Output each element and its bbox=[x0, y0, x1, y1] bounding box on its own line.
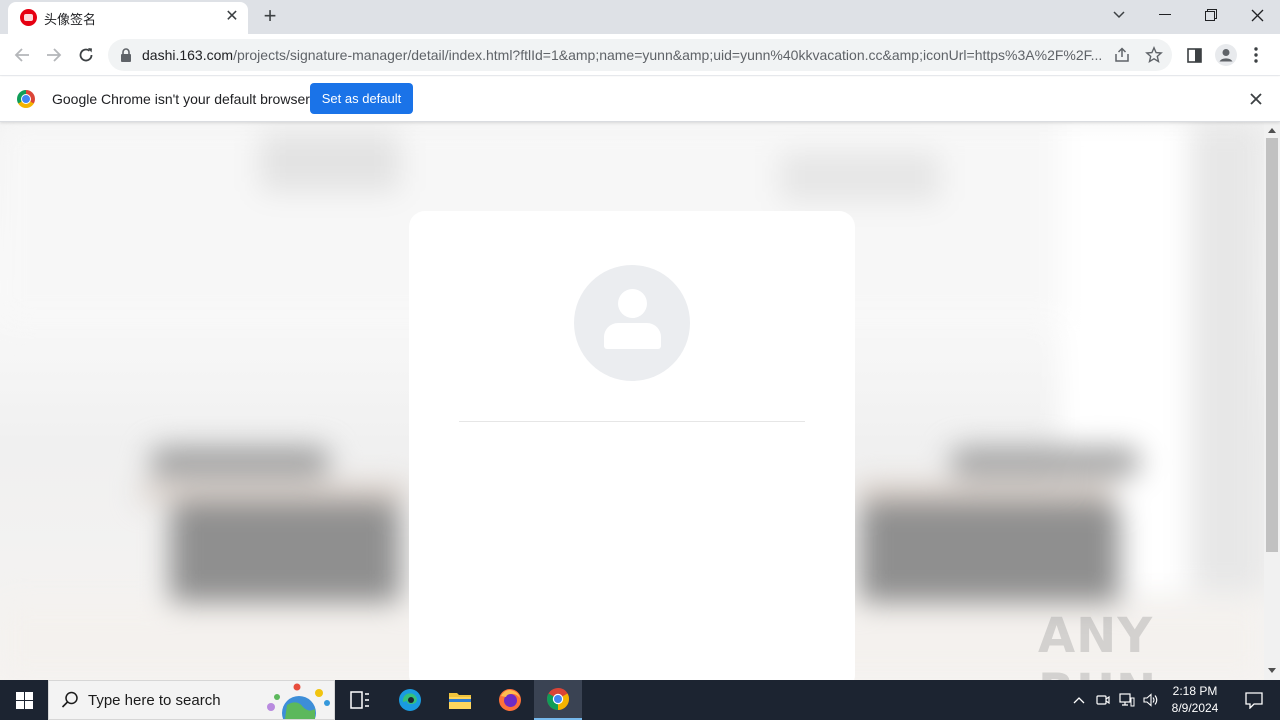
side-panel-button[interactable] bbox=[1182, 43, 1206, 67]
page-viewport bbox=[0, 122, 1264, 680]
infobar-close-button[interactable] bbox=[1246, 89, 1266, 109]
tray-network[interactable] bbox=[1116, 680, 1138, 720]
taskbar-search-box[interactable]: Type here to search bbox=[48, 680, 335, 720]
close-window-button[interactable] bbox=[1234, 0, 1280, 30]
minimize-icon bbox=[1159, 14, 1171, 15]
taskbar-clock[interactable]: 2:18 PM 8/9/2024 bbox=[1164, 683, 1226, 717]
profile-avatar-icon bbox=[1215, 44, 1237, 66]
url-text[interactable]: dashi.163.com/projects/signature-manager… bbox=[142, 47, 1102, 63]
browser-toolbar: dashi.163.com/projects/signature-manager… bbox=[0, 34, 1280, 76]
new-tab-button[interactable]: + bbox=[258, 4, 282, 28]
url-path: /projects/signature-manager/detail/index… bbox=[233, 47, 1102, 63]
taskbar-chrome[interactable] bbox=[534, 680, 582, 720]
default-browser-infobar: Google Chrome isn't your default browser… bbox=[0, 77, 1280, 122]
tab-search-button[interactable] bbox=[1096, 0, 1142, 30]
menu-button[interactable] bbox=[1244, 43, 1268, 67]
signature-card bbox=[409, 211, 855, 680]
scrollbar-thumb[interactable] bbox=[1266, 138, 1278, 552]
minimize-button[interactable] bbox=[1142, 0, 1188, 30]
reload-icon bbox=[79, 48, 93, 62]
taskbar-edge[interactable] bbox=[386, 680, 434, 720]
tab-close-icon[interactable]: ✕ bbox=[222, 7, 242, 27]
taskbar-file-explorer[interactable] bbox=[436, 680, 484, 720]
tray-overflow-button[interactable] bbox=[1068, 680, 1090, 720]
close-icon bbox=[1251, 9, 1263, 21]
url-host: dashi.163.com bbox=[142, 47, 234, 63]
page-scrollbar[interactable] bbox=[1264, 122, 1280, 680]
chrome-logo-icon bbox=[17, 90, 35, 108]
tab-strip: 头像签名 ✕ + bbox=[0, 0, 1280, 34]
chrome-icon bbox=[547, 688, 569, 710]
infobar-message: Google Chrome isn't your default browser bbox=[52, 91, 310, 107]
folder-icon bbox=[449, 693, 471, 709]
arrow-right-icon bbox=[47, 48, 62, 62]
taskbar-firefox[interactable] bbox=[486, 680, 534, 720]
avatar-head-shape bbox=[618, 289, 647, 318]
set-as-default-button[interactable]: Set as default bbox=[310, 83, 413, 114]
restore-icon bbox=[1205, 9, 1217, 21]
search-placeholder: Type here to search bbox=[88, 692, 221, 709]
arrow-left-icon bbox=[14, 48, 29, 62]
reload-button[interactable] bbox=[72, 41, 100, 69]
task-view-icon bbox=[350, 691, 369, 709]
browser-tab[interactable]: 头像签名 ✕ bbox=[8, 2, 248, 34]
start-button[interactable] bbox=[0, 680, 48, 720]
search-highlight-globe-icon bbox=[267, 683, 330, 719]
more-vertical-icon bbox=[1254, 47, 1258, 63]
windows-logo-icon bbox=[15, 691, 33, 709]
task-view-button[interactable] bbox=[336, 680, 384, 720]
chevron-down-icon bbox=[1113, 11, 1125, 19]
chevron-up-icon bbox=[1073, 697, 1085, 704]
speaker-icon bbox=[1143, 693, 1158, 707]
tray-volume[interactable] bbox=[1140, 680, 1162, 720]
restore-button[interactable] bbox=[1188, 0, 1234, 30]
tab-title: 头像签名 bbox=[44, 12, 97, 27]
forward-button[interactable] bbox=[40, 41, 68, 69]
edge-browser-icon bbox=[399, 689, 421, 711]
back-button[interactable] bbox=[8, 41, 36, 69]
user-placeholder-icon bbox=[574, 265, 690, 381]
close-icon bbox=[1250, 93, 1262, 105]
clock-time: 2:18 PM bbox=[1172, 684, 1218, 698]
notification-icon bbox=[1245, 691, 1263, 709]
windows-taskbar: Type here to search 2:18 PM 8/9/2024 bbox=[0, 680, 1280, 720]
scroll-up-arrow-icon[interactable] bbox=[1268, 128, 1276, 133]
firefox-icon bbox=[499, 689, 521, 711]
notification-center-button[interactable] bbox=[1234, 680, 1274, 720]
network-icon bbox=[1119, 693, 1135, 707]
address-bar[interactable]: dashi.163.com/projects/signature-manager… bbox=[108, 39, 1172, 71]
side-panel-icon bbox=[1186, 47, 1202, 63]
avatar-body-shape bbox=[604, 323, 661, 349]
bookmark-star-icon[interactable] bbox=[1145, 46, 1163, 64]
search-icon bbox=[61, 691, 78, 708]
lock-icon bbox=[121, 48, 131, 62]
share-icon[interactable] bbox=[1113, 46, 1131, 64]
profile-button[interactable] bbox=[1214, 43, 1238, 67]
meet-now-icon bbox=[1096, 695, 1110, 705]
card-divider bbox=[459, 421, 805, 422]
netease-dashi-icon bbox=[20, 9, 37, 26]
clock-date: 8/9/2024 bbox=[1171, 701, 1219, 715]
tray-meet-now[interactable] bbox=[1092, 680, 1114, 720]
